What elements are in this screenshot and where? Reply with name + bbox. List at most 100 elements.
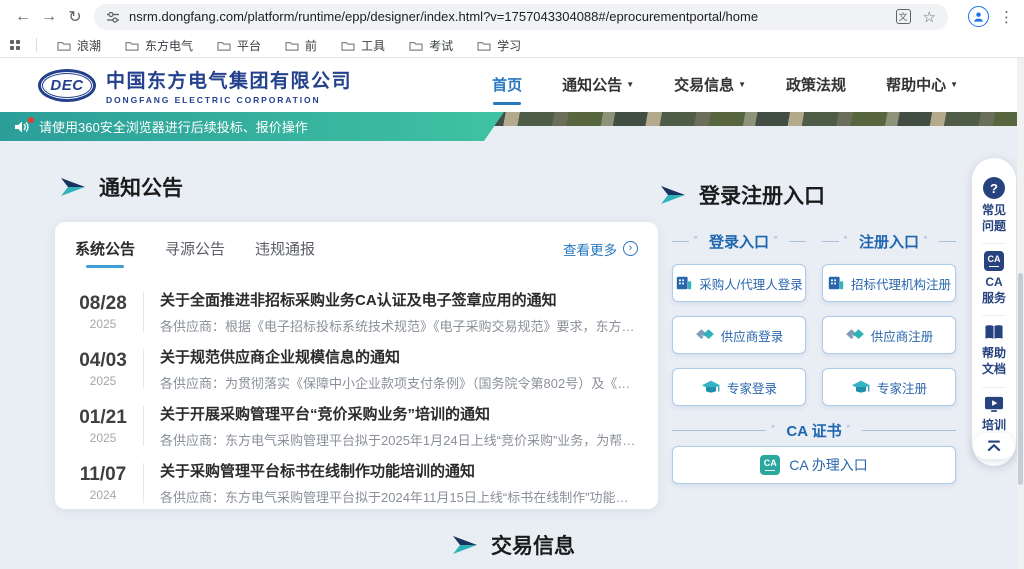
- bookmark-folder[interactable]: 学习: [469, 35, 529, 56]
- url-text[interactable]: nsrm.dongfang.com/platform/runtime/epp/d…: [129, 9, 887, 24]
- folder-icon: [125, 40, 139, 51]
- section-arrow-icon: [452, 535, 478, 555]
- company-name-en: DONGFANG ELECTRIC CORPORATION: [106, 95, 352, 105]
- bidding-agency-register-button[interactable]: 招标代理机构注册: [822, 264, 956, 302]
- floating-sidebar: ? 常见问题 CA CA服务 帮助文档 培训视频: [972, 158, 1016, 466]
- view-more-link[interactable]: 查看更多 ›: [563, 239, 638, 259]
- tab-sourcing-notices[interactable]: 寻源公告: [165, 238, 225, 259]
- bookmark-folder[interactable]: 前: [277, 35, 325, 56]
- folder-icon: [477, 40, 491, 51]
- company-name-cn: 中国东方电气集团有限公司: [106, 66, 352, 93]
- browser-chrome: ← → ↻ nsrm.dongfang.com/platform/runtime…: [0, 0, 1024, 58]
- notice-date: 11/07: [75, 464, 131, 486]
- notice-desc-text: 各供应商：东方电气采购管理平台拟于2025年1月24日上线“竞价采购”业务，为帮…: [160, 430, 638, 449]
- profile-avatar-icon[interactable]: [968, 6, 989, 27]
- bookmark-folder[interactable]: 浪潮: [49, 35, 109, 56]
- browser-menu-icon[interactable]: ⋮: [999, 8, 1014, 26]
- sidebar-item-faq[interactable]: ? 常见问题: [982, 170, 1006, 243]
- graduation-cap-icon: [851, 379, 871, 396]
- notice-desc-text: 各供应商：根据《电子招标投标系统技术规范》《电子采购交易规范》要求，东方电气采购…: [160, 316, 638, 335]
- book-icon: [983, 323, 1005, 342]
- notice-date: 08/28: [75, 293, 131, 315]
- nav-policies[interactable]: 政策法规: [786, 74, 846, 97]
- folder-icon: [285, 40, 299, 51]
- divider: [143, 463, 144, 503]
- reload-icon[interactable]: ↻: [62, 7, 88, 27]
- company-logo[interactable]: DEC 中国东方电气集团有限公司 DONGFANG ELECTRIC CORPO…: [38, 66, 352, 105]
- scrollbar-thumb[interactable]: [1018, 273, 1023, 485]
- banner-text: 请使用360安全浏览器进行后续投标、报价操作: [39, 117, 308, 136]
- supplier-register-button[interactable]: 供应商注册: [822, 316, 956, 354]
- buyer-agent-login-button[interactable]: 采购人/代理人登录: [672, 264, 806, 302]
- notice-year: 2024: [75, 488, 131, 502]
- folder-icon: [217, 40, 231, 51]
- handshake-icon: [695, 327, 715, 343]
- translate-icon[interactable]: 文: [896, 9, 911, 24]
- arrow-to-top-icon: [985, 439, 1003, 454]
- notice-list-item[interactable]: 04/032025 关于规范供应商企业规模信息的通知 各供应商：为贯彻落实《保障…: [75, 340, 638, 397]
- question-icon: ?: [983, 177, 1005, 199]
- notice-title-text: 关于全面推进非招标采购业务CA认证及电子签章应用的通知: [160, 289, 638, 310]
- main-nav: 首页 通知公告▼ 交易信息▼ 政策法规 帮助中心▼: [492, 74, 958, 97]
- expert-login-button[interactable]: 专家登录: [672, 368, 806, 406]
- bookmark-folder[interactable]: 东方电气: [117, 35, 201, 56]
- tab-violation-reports[interactable]: 违规通报: [255, 238, 315, 259]
- forward-icon[interactable]: →: [36, 8, 62, 26]
- folder-icon: [341, 40, 355, 51]
- speaker-icon: [14, 120, 30, 134]
- notice-desc-text: 各供应商：为贯彻落实《保障中小企业款项支付条例》（国务院令第802号）及《中小企…: [160, 373, 638, 392]
- notice-list-item[interactable]: 08/28 2025 关于全面推进非招标采购业务CA认证及电子签章应用的通知 各供…: [75, 283, 638, 340]
- scrollbar-track[interactable]: [1017, 58, 1024, 569]
- folder-icon: [409, 40, 423, 51]
- handshake-icon: [845, 327, 865, 343]
- browser-toolbar: ← → ↻ nsrm.dongfang.com/platform/runtime…: [0, 0, 1024, 33]
- browser-warning-banner: 请使用360安全浏览器进行后续投标、报价操作: [0, 112, 504, 141]
- building-icon: [675, 274, 693, 292]
- divider: [143, 406, 144, 446]
- nav-notices[interactable]: 通知公告▼: [562, 74, 634, 97]
- expert-register-button[interactable]: 专家注册: [822, 368, 956, 406]
- register-group-label: ゛ 注册入口 ゛: [822, 231, 956, 252]
- back-to-top-button[interactable]: [973, 433, 1015, 459]
- sidebar-item-help-docs[interactable]: 帮助文档: [982, 316, 1006, 386]
- dec-logo-icon: DEC: [38, 69, 96, 102]
- tab-system-notices[interactable]: 系统公告: [75, 238, 135, 259]
- divider: [143, 349, 144, 389]
- chevron-down-icon: ▼: [950, 80, 958, 89]
- notice-date: 01/21: [75, 407, 131, 429]
- page: ← → ↻ nsrm.dongfang.com/platform/runtime…: [0, 0, 1024, 569]
- notice-list: 08/28 2025 关于全面推进非招标采购业务CA认证及电子签章应用的通知 各供…: [75, 283, 638, 509]
- notice-title-text: 关于开展采购管理平台“竞价采购业务”培训的通知: [160, 403, 638, 424]
- ca-icon: CA: [984, 251, 1004, 271]
- notice-section-title: 通知公告: [60, 172, 183, 202]
- ca-apply-button[interactable]: CA CA 办理入口: [672, 446, 956, 484]
- bookmark-folder[interactable]: 工具: [333, 35, 393, 56]
- address-bar[interactable]: nsrm.dongfang.com/platform/runtime/epp/d…: [94, 4, 948, 30]
- chevron-down-icon: ▼: [738, 80, 746, 89]
- sidebar-item-ca-service[interactable]: CA CA服务: [982, 244, 1006, 315]
- ca-badge-icon: CA: [760, 455, 780, 475]
- section-arrow-icon: [660, 185, 686, 205]
- supplier-login-button[interactable]: 供应商登录: [672, 316, 806, 354]
- notice-year: 2025: [75, 431, 131, 445]
- bookmark-star-icon[interactable]: ☆: [923, 8, 936, 26]
- nav-trade-info[interactable]: 交易信息▼: [674, 74, 746, 97]
- building-icon: [827, 274, 845, 292]
- folder-icon: [57, 40, 71, 51]
- login-group-labels: ゛ 登录入口 ゛ ゛ 注册入口 ゛: [672, 231, 956, 252]
- bookmark-folder[interactable]: 平台: [209, 35, 269, 56]
- nav-help-center[interactable]: 帮助中心▼: [886, 74, 958, 97]
- login-group-label: ゛ 登录入口 ゛: [672, 231, 806, 252]
- notice-list-item[interactable]: 11/072024 关于采购管理平台标书在线制作功能培训的通知 各供应商：东方电…: [75, 454, 638, 509]
- nav-home[interactable]: 首页: [492, 74, 522, 97]
- apps-grid-icon[interactable]: [10, 40, 20, 50]
- notice-list-item[interactable]: 01/21 2025 关于开展采购管理平台“竞价采购业务”培训的通知 各供应商：东…: [75, 397, 638, 454]
- bookmark-folder[interactable]: 考试: [401, 35, 461, 56]
- site-settings-icon[interactable]: [106, 10, 120, 24]
- notice-desc-text: 各供应商：东方电气采购管理平台拟于2024年11月15日上线“标书在线制作”功能…: [160, 487, 638, 506]
- notice-card: 系统公告 寻源公告 违规通报 查看更多 › 08/28 2025 关于全面推进非招…: [55, 222, 658, 509]
- ca-section-label: ゛ CA 证书 ゛: [672, 420, 956, 441]
- back-icon[interactable]: ←: [10, 8, 36, 26]
- arrow-circle-icon: ›: [623, 241, 638, 256]
- notice-year: 2025: [75, 317, 131, 331]
